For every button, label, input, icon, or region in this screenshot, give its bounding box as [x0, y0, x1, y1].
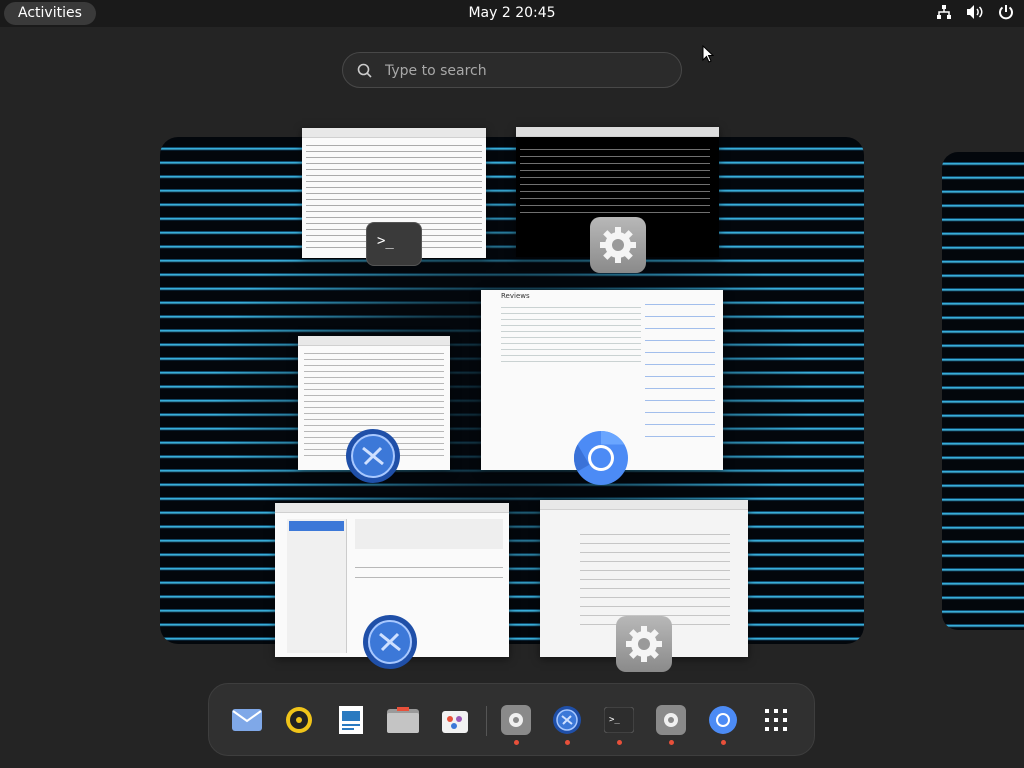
power-icon[interactable]	[998, 4, 1014, 20]
settings-icon[interactable]	[654, 703, 688, 737]
window-titlebar	[540, 500, 748, 510]
running-indicator	[669, 740, 674, 745]
window-titlebar	[302, 128, 486, 138]
search-input[interactable]	[385, 59, 665, 83]
clock[interactable]: May 2 20:45	[0, 0, 1024, 27]
svg-text:>_: >_	[609, 715, 620, 725]
top-bar: Activities May 2 20:45	[0, 0, 1024, 27]
running-indicator	[565, 740, 570, 745]
dock-separator	[486, 706, 487, 736]
system-tray[interactable]	[936, 4, 1014, 20]
search-icon	[357, 63, 373, 83]
app-grid-icon[interactable]	[759, 703, 793, 737]
window-titlebar	[275, 503, 509, 513]
software-icon[interactable]	[438, 703, 472, 737]
console-text-lines	[520, 145, 710, 215]
review-text-lines	[501, 304, 641, 364]
settings-icon[interactable]	[499, 703, 533, 737]
window-titlebar	[516, 127, 719, 137]
running-indicator	[721, 740, 726, 745]
next-workspace-thumbnail[interactable]	[942, 152, 1024, 630]
chromium-icon[interactable]	[706, 703, 740, 737]
network-icon[interactable]	[936, 4, 952, 20]
qbittorrent-icon	[362, 614, 418, 670]
settings-gear-icon	[590, 217, 646, 273]
search-box[interactable]	[342, 52, 682, 88]
chromium-icon	[573, 430, 629, 486]
files-icon[interactable]	[386, 703, 420, 737]
volume-icon[interactable]	[966, 4, 984, 20]
qbittorrent-icon[interactable]	[550, 703, 584, 737]
terminal-icon: >_	[366, 222, 422, 266]
file-manager-sidebar	[287, 519, 347, 653]
mouse-pointer-icon	[702, 44, 715, 67]
settings-gear-icon	[616, 616, 672, 672]
updater-text-lines	[580, 530, 730, 630]
svg-text:>_: >_	[377, 233, 394, 249]
dock: >_	[208, 683, 815, 756]
running-indicator	[617, 740, 622, 745]
terminal-icon[interactable]: >_	[602, 703, 636, 737]
sidebar-links	[645, 298, 715, 438]
writer-icon[interactable]	[334, 703, 368, 737]
mail-icon[interactable]	[230, 703, 264, 737]
window-titlebar	[298, 336, 450, 346]
file-list	[355, 563, 503, 583]
rhythmbox-icon[interactable]	[282, 703, 316, 737]
reviews-heading: Reviews	[501, 292, 530, 300]
qbittorrent-icon	[345, 428, 401, 484]
running-indicator	[514, 740, 519, 745]
file-manager-toolbar	[355, 519, 503, 549]
